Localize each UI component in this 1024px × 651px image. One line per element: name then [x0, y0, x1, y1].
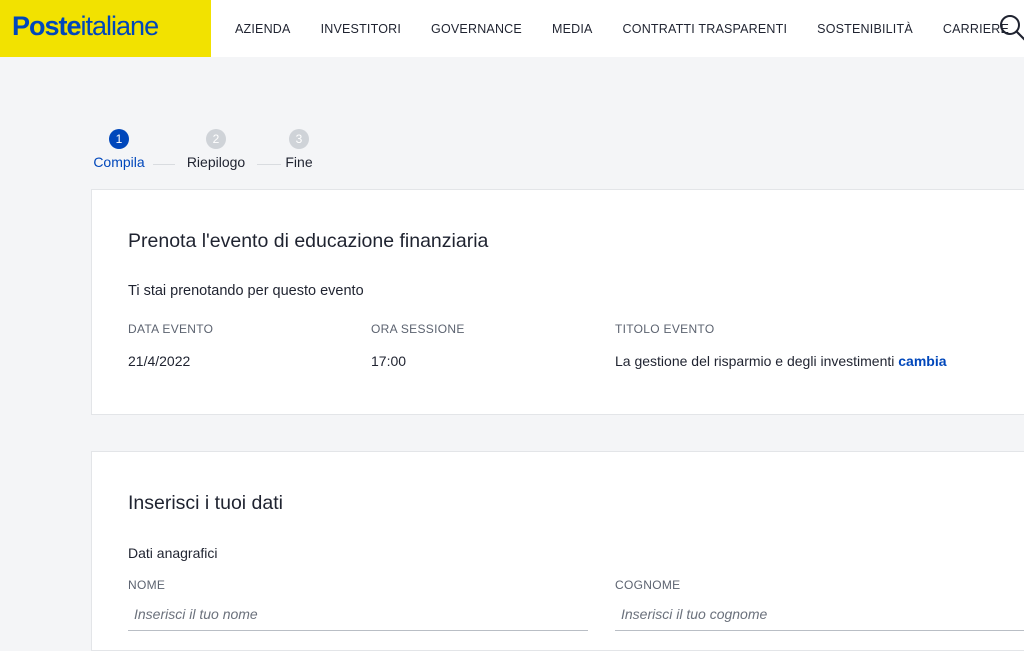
ora-sessione-label: ORA SESSIONE [371, 322, 465, 336]
cognome-label: COGNOME [615, 578, 680, 592]
data-evento-label: DATA EVENTO [128, 322, 213, 336]
main-nav: AZIENDA INVESTITORI GOVERNANCE MEDIA CON… [220, 0, 1024, 57]
nav-item-azienda[interactable]: AZIENDA [235, 22, 291, 36]
titolo-evento-label: TITOLO EVENTO [615, 322, 714, 336]
step-number-circle: 2 [206, 129, 226, 149]
nav-item-investitori[interactable]: INVESTITORI [321, 22, 401, 36]
step-fine[interactable]: 3 Fine [285, 129, 313, 170]
event-card-subtitle: Ti stai prenotando per questo evento [128, 283, 364, 299]
step-label: Fine [285, 154, 313, 170]
step-label: Compila [91, 154, 147, 170]
ora-sessione-value: 17:00 [371, 353, 406, 369]
top-header: Posteitaliane AZIENDA INVESTITORI GOVERN… [0, 0, 1024, 57]
nome-label: NOME [128, 578, 165, 592]
nav-item-contratti-trasparenti[interactable]: CONTRATTI TRASPARENTI [623, 22, 788, 36]
poste-italiane-logo[interactable]: Posteitaliane [0, 0, 211, 57]
nav-item-governance[interactable]: GOVERNANCE [431, 22, 522, 36]
event-card-title: Prenota l'evento di educazione finanziar… [128, 230, 488, 253]
step-compila[interactable]: 1 Compila [91, 129, 147, 170]
nome-input[interactable] [128, 597, 588, 631]
nav-item-sostenibilita[interactable]: SOSTENIBILITÀ [817, 22, 913, 36]
step-connector [257, 164, 281, 165]
step-label: Riepilogo [183, 154, 249, 170]
search-icon[interactable] [998, 13, 1024, 43]
nav-item-media[interactable]: MEDIA [552, 22, 593, 36]
cognome-input[interactable] [615, 597, 1024, 631]
step-riepilogo[interactable]: 2 Riepilogo [183, 129, 249, 170]
data-evento-value: 21/4/2022 [128, 353, 190, 369]
step-number-circle: 3 [289, 129, 309, 149]
personal-data-card: Inserisci i tuoi dati Dati anagrafici NO… [91, 451, 1024, 651]
titolo-evento-value: La gestione del risparmio e degli invest… [615, 353, 947, 369]
step-connector [153, 164, 175, 165]
cambia-link[interactable]: cambia [898, 353, 946, 369]
dati-anagrafici-heading: Dati anagrafici [128, 545, 218, 561]
data-card-title: Inserisci i tuoi dati [128, 492, 283, 515]
progress-stepper: 1 Compila 2 Riepilogo 3 Fine [91, 129, 331, 173]
step-number-circle: 1 [109, 129, 129, 149]
logo-text: Posteitaliane [12, 11, 158, 41]
event-summary-card: Prenota l'evento di educazione finanziar… [91, 189, 1024, 415]
